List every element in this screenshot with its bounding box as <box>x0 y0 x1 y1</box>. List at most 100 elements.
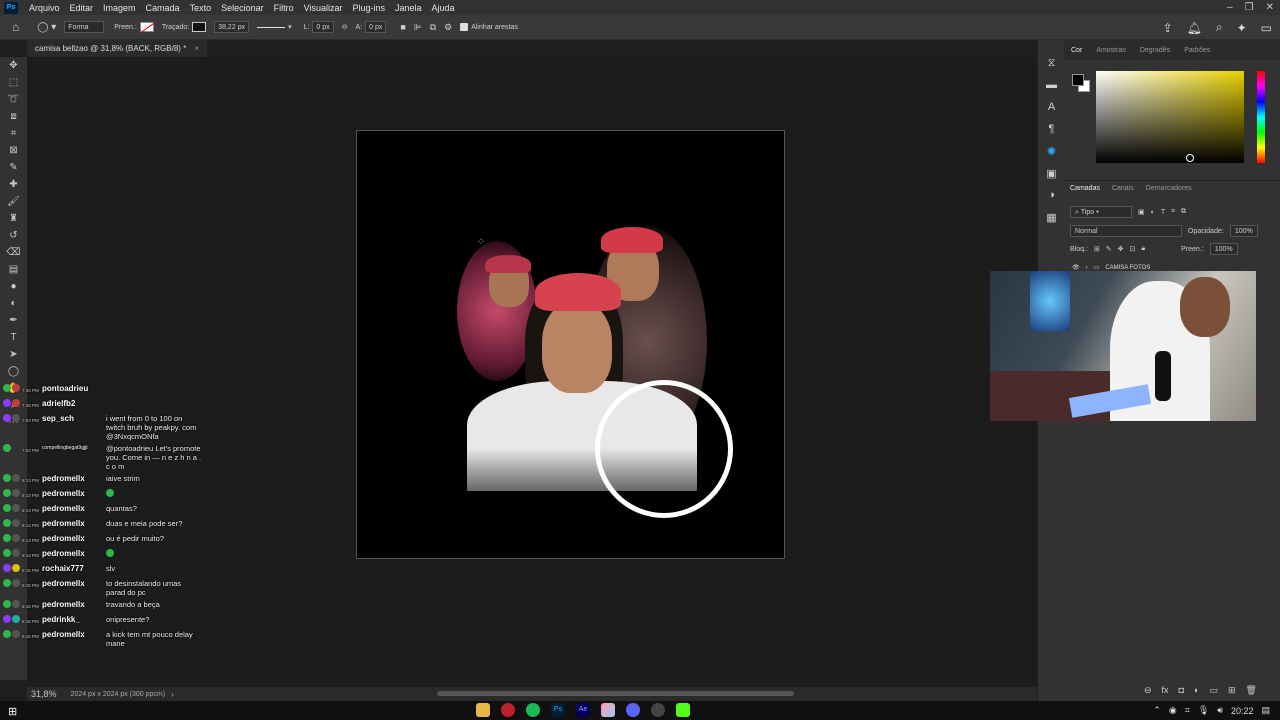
chat-username[interactable]: pedromellx <box>42 474 106 485</box>
adjustments-panel-icon[interactable]: ◑ <box>1038 184 1065 206</box>
chat-username[interactable]: pedromellx <box>42 630 106 648</box>
frame-tool-icon[interactable]: ⊠ <box>0 142 27 159</box>
minimize-icon[interactable]: – <box>1227 0 1233 15</box>
notification-center-icon[interactable]: ▤ <box>1261 705 1270 716</box>
fill-swatch[interactable] <box>139 22 154 32</box>
filter-smart-icon[interactable]: ⧉ <box>1181 208 1186 216</box>
lock-all-icon[interactable]: 🔒︎ <box>1141 245 1145 253</box>
windows-start-icon[interactable]: ⊞ <box>8 705 17 718</box>
clock[interactable]: 20:22 <box>1231 706 1254 716</box>
tab-patterns[interactable]: Padrões <box>1177 47 1217 54</box>
discord-icon[interactable] <box>626 703 640 717</box>
clone-stamp-tool-icon[interactable]: ♜ <box>0 210 27 227</box>
tab-gradients[interactable]: Degradês <box>1133 47 1177 54</box>
photoshop-logo[interactable]: Ps <box>4 1 18 14</box>
width-input[interactable]: 0 px <box>312 21 334 33</box>
color-picker-field[interactable] <box>1096 71 1244 163</box>
document-tab[interactable]: camisa bellzao @ 31,8% (BACK, RGB/8) * × <box>27 40 208 57</box>
character-panel-icon[interactable]: A <box>1038 96 1065 118</box>
brush-tool-icon[interactable]: 🖌︎ <box>0 193 27 210</box>
opera-browser-icon[interactable] <box>501 703 515 717</box>
share-icon[interactable]: ⇪ <box>1163 21 1173 35</box>
history-brush-tool-icon[interactable]: ↺ <box>0 227 27 244</box>
color-picker-handle[interactable] <box>1186 154 1194 162</box>
menu-editar[interactable]: Editar <box>65 3 99 13</box>
filter-shape-icon[interactable]: ⌗ <box>1171 208 1175 216</box>
notifications-bell-icon[interactable]: 🔔︎ <box>1187 21 1202 35</box>
history-panel-icon[interactable]: ⧖ <box>1038 52 1065 74</box>
shape-mode-select[interactable]: Forma <box>64 21 105 33</box>
chat-username[interactable]: pedromellx <box>42 519 106 530</box>
filter-type-icon[interactable]: T <box>1161 209 1165 216</box>
file-explorer-icon[interactable] <box>476 703 490 717</box>
stroke-type-select[interactable]: ▾ <box>257 23 292 31</box>
lasso-tool-icon[interactable]: ➰ <box>0 91 27 108</box>
photos-app-icon[interactable] <box>601 703 615 717</box>
chat-username[interactable]: pedromellx <box>42 600 106 611</box>
chat-username[interactable]: rochaix777 <box>42 564 106 575</box>
pen-tool-icon[interactable]: ✒ <box>0 312 27 329</box>
stroke-swatch[interactable] <box>192 22 207 32</box>
align-edges-checkbox[interactable] <box>460 23 469 31</box>
marquee-tool-icon[interactable]: ⬚ <box>0 74 27 91</box>
blend-mode-select[interactable]: Normal <box>1070 225 1182 237</box>
tab-layers[interactable]: Camadas <box>1064 185 1106 192</box>
settings-gear-icon[interactable]: ⚙ <box>444 22 452 33</box>
new-adjustment-icon[interactable]: ◐ <box>1194 685 1199 696</box>
link-layers-icon[interactable]: ⊖ <box>1144 685 1152 696</box>
chat-username[interactable]: pontoadrieu <box>42 384 106 395</box>
chat-username[interactable]: sep_sch <box>42 414 106 441</box>
new-layer-icon[interactable]: ⊞ <box>1228 685 1236 696</box>
tab-channels[interactable]: Canais <box>1106 185 1140 192</box>
chat-username[interactable]: adrielfb2 <box>42 399 106 410</box>
type-tool-icon[interactable]: T <box>0 329 27 346</box>
eraser-tool-icon[interactable]: ⌫ <box>0 244 27 261</box>
home-icon[interactable]: ⌂ <box>12 20 19 34</box>
path-arrangement-icon[interactable]: ⧉ <box>430 22 436 33</box>
tray-app-icon[interactable]: ◉ <box>1169 705 1177 716</box>
ellipse-tool-preset-icon[interactable]: ◯ ▾ <box>37 22 56 33</box>
object-select-tool-icon[interactable]: ⧈ <box>0 108 27 125</box>
properties-panel-icon[interactable]: ▦ <box>1038 206 1065 228</box>
chat-username[interactable]: pedromellx <box>42 534 106 545</box>
workspace-icon[interactable]: ▭ <box>1261 21 1272 35</box>
foreground-background-swatches[interactable] <box>1072 74 1090 92</box>
plugins-panel-icon[interactable]: ✺ <box>1038 140 1065 162</box>
path-select-tool-icon[interactable]: ➤ <box>0 346 27 363</box>
tray-chevron-icon[interactable]: ⌃ <box>1153 705 1161 716</box>
link-icon[interactable]: ⊖ <box>342 23 348 31</box>
chat-username[interactable]: pedromellx <box>42 489 106 500</box>
volume-icon[interactable]: 🔊︎ <box>1217 705 1223 716</box>
visibility-eye-icon[interactable]: 👁︎ <box>1072 264 1080 271</box>
close-window-icon[interactable]: ✕ <box>1266 0 1274 15</box>
document-canvas[interactable] <box>356 130 785 559</box>
gradient-tool-icon[interactable]: ▤ <box>0 261 27 278</box>
menu-camada[interactable]: Camada <box>141 3 185 13</box>
lightbulb-icon[interactable]: ✦ <box>1237 21 1247 35</box>
height-input[interactable]: 0 px <box>365 21 387 33</box>
network-icon[interactable]: ⌗ <box>1185 705 1190 716</box>
tab-paths[interactable]: Demarcadores <box>1140 185 1198 192</box>
lock-artboard-icon[interactable]: ⊡ <box>1130 245 1136 253</box>
obs-icon[interactable] <box>651 703 665 717</box>
kick-icon[interactable] <box>676 703 690 717</box>
menu-arquivo[interactable]: Arquivo <box>24 3 65 13</box>
spotify-icon[interactable] <box>526 703 540 717</box>
restore-icon[interactable]: ❐ <box>1245 0 1254 15</box>
foreground-color-swatch[interactable] <box>1072 74 1084 86</box>
eyedropper-tool-icon[interactable]: ✎ <box>0 159 27 176</box>
menu-plugins[interactable]: Plug-ins <box>347 3 390 13</box>
tab-swatches[interactable]: Amostras <box>1089 47 1133 54</box>
healing-brush-tool-icon[interactable]: ✚ <box>0 176 27 193</box>
microphone-icon[interactable]: 🎙︎ <box>1198 705 1209 716</box>
dodge-tool-icon[interactable]: ◐ <box>0 295 27 312</box>
path-alignment-icon[interactable]: ⊫ <box>414 22 422 33</box>
menu-ajuda[interactable]: Ajuda <box>427 3 460 13</box>
layer-effects-icon[interactable]: fx <box>1162 685 1169 696</box>
add-mask-icon[interactable]: ◘ <box>1179 685 1184 696</box>
hue-slider[interactable] <box>1257 71 1265 163</box>
paragraph-panel-icon[interactable]: ¶ <box>1038 118 1065 140</box>
crop-tool-icon[interactable]: ⌗ <box>0 125 27 142</box>
delete-layer-icon[interactable]: 🗑︎ <box>1246 685 1257 696</box>
fill-input[interactable]: 100% <box>1209 243 1238 255</box>
